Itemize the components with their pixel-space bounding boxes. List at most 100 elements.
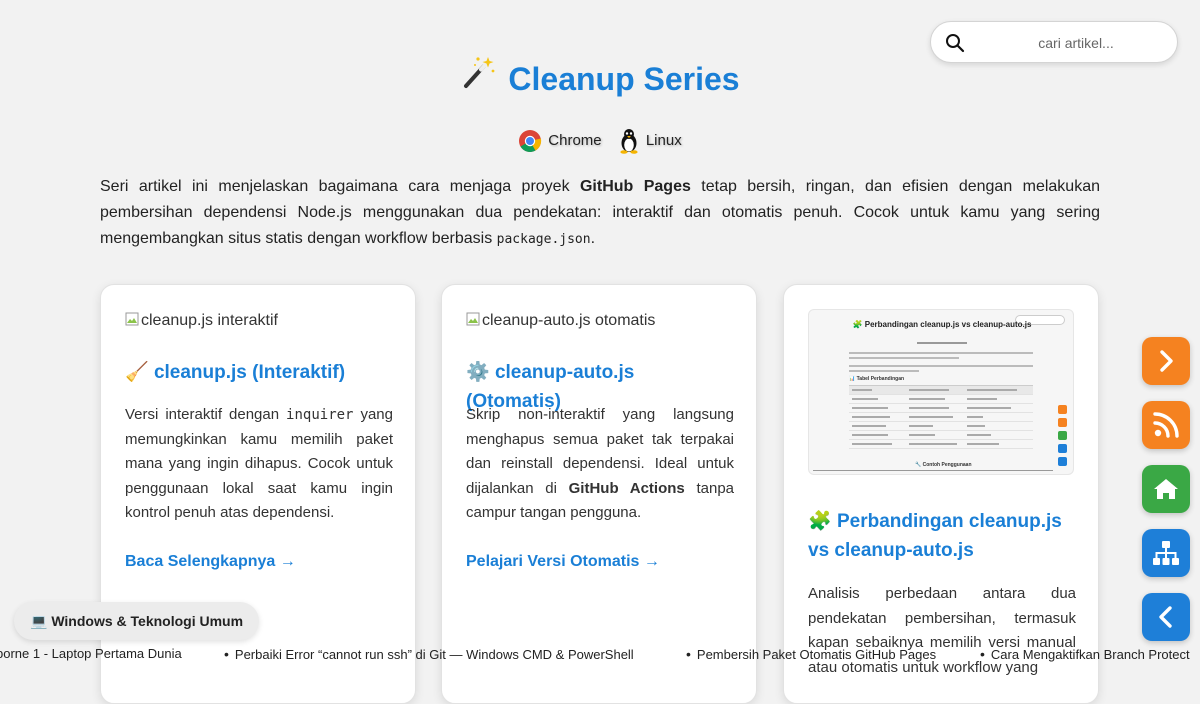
linux-tux-icon (620, 129, 638, 154)
card-image-broken: cleanup.js interaktif (125, 312, 278, 330)
thumb-cell (909, 443, 957, 445)
page-title: Cleanup Series (0, 54, 1200, 98)
thumb-table-row (849, 431, 1033, 440)
thumb-cell (852, 407, 888, 409)
platform-linux: Linux (618, 128, 682, 154)
thumb-cell (967, 398, 997, 400)
search-icon (946, 34, 965, 53)
card-thumbnail-screenshot[interactable]: 🧩 Perbandingan cleanup.js vs cleanup-aut… (808, 309, 1074, 475)
thumb-text-line (849, 357, 959, 359)
thumb-fab (1058, 418, 1067, 427)
thumb-table (849, 385, 1033, 449)
card-title[interactable]: 🧩 Perbandingan cleanup.js vs cleanup-aut… (808, 507, 1076, 565)
thumb-table-row (849, 413, 1033, 422)
card-title[interactable]: 🧹 cleanup.js (Interaktif) (125, 358, 393, 387)
thumb-cell (909, 416, 953, 418)
thumb-cell (909, 425, 933, 427)
rss-icon (1153, 412, 1179, 438)
card-description: Versi interaktif dengan inquirer yang me… (125, 403, 393, 526)
card-desc-text-b: yang memungkinkan kamu memilih paket man… (125, 406, 393, 521)
card-image-broken: cleanup-auto.js otomatis (466, 312, 655, 330)
card-image-alt: cleanup-auto.js otomatis (482, 312, 656, 329)
intro-text-1: Seri artikel ini menjelaskan bagaimana c… (100, 178, 580, 195)
home-button[interactable] (1142, 465, 1190, 513)
platform-chrome: Chrome (518, 129, 602, 153)
thumb-ticker-line (813, 470, 1053, 471)
thumb-platform-line (917, 342, 967, 344)
bullet-icon: • (686, 646, 691, 662)
chevron-right-icon (1160, 350, 1173, 372)
thumb-table-row (849, 395, 1033, 404)
thumb-usage-title: 🔧 Contoh Penggunaan (915, 462, 972, 468)
intro-code-package-json: package.json (496, 232, 591, 247)
thumb-cell (852, 398, 878, 400)
gear-icon: ⚙️ (466, 362, 490, 383)
thumb-fab (1058, 457, 1067, 466)
laptop-icon: 💻 (30, 613, 48, 629)
broken-image-icon (466, 312, 480, 326)
article-card-cleanup-interaktif: cleanup.js interaktif 🧹 cleanup.js (Inte… (100, 284, 416, 704)
category-label[interactable]: Windows & Teknologi Umum (51, 613, 243, 629)
thumb-table-row (849, 440, 1033, 449)
sitemap-icon (1153, 541, 1179, 565)
thumb-table-title: 📊 Tabel Perbandingan (849, 376, 905, 382)
card-image-alt: cleanup.js interaktif (141, 312, 278, 329)
thumb-cell (852, 434, 888, 436)
thumb-cell (852, 425, 886, 427)
sitemap-button[interactable] (1142, 529, 1190, 577)
thumb-cell (967, 434, 991, 436)
ticker-item[interactable]: • Cara Mengaktifkan Branch Protect (980, 646, 1190, 662)
card-desc-code: inquirer (286, 407, 354, 423)
thumb-table-row (849, 404, 1033, 413)
thumb-text-line (849, 365, 1033, 367)
card-title-text[interactable]: Perbandingan cleanup.js vs cleanup-auto.… (808, 511, 1062, 561)
thumb-cell (967, 443, 999, 445)
thumb-cell (967, 389, 1017, 391)
platform-chrome-label: Chrome (548, 131, 602, 149)
intro-paragraph: Seri artikel ini menjelaskan bagaimana c… (100, 174, 1100, 253)
learn-auto-link[interactable]: Pelajari Versi Otomatis → (466, 553, 660, 571)
thumb-text-line (849, 352, 1033, 354)
chevron-left-icon (1159, 606, 1172, 628)
thumb-cell (852, 416, 890, 418)
category-badge[interactable]: 💻 Windows & Teknologi Umum (14, 602, 260, 640)
thumb-cell (909, 398, 945, 400)
rss-feed-button[interactable] (1142, 401, 1190, 449)
article-card-perbandingan: 🧩 Perbandingan cleanup.js vs cleanup-aut… (783, 284, 1099, 704)
page-title-text: Cleanup Series (508, 61, 740, 97)
ticker-item-label[interactable]: borne 1 - Laptop Pertama Dunia (0, 646, 182, 661)
thumb-fab (1058, 444, 1067, 453)
next-article-button[interactable] (1142, 337, 1190, 385)
card-description: Analisis perbedaan antara dua pendekatan… (808, 585, 1076, 676)
thumb-title: 🧩 Perbandingan cleanup.js vs cleanup-aut… (852, 320, 1032, 329)
thumb-cell (909, 434, 935, 436)
thumb-table-row (849, 386, 1033, 395)
ticker-item[interactable]: • Pembersih Paket Otomatis GitHub Pages (686, 646, 936, 662)
ticker-item[interactable]: borne 1 - Laptop Pertama Dunia (0, 646, 182, 661)
read-more-link[interactable]: Baca Selengkapnya → (125, 553, 296, 571)
thumb-cell (967, 416, 983, 418)
intro-text-3: . (590, 230, 596, 247)
magic-wand-icon (460, 54, 496, 98)
previous-article-button[interactable] (1142, 593, 1190, 641)
home-icon (1154, 479, 1178, 499)
thumb-cell (852, 389, 872, 391)
platform-linux-label: Linux (645, 131, 682, 149)
puzzle-icon: 🧩 (808, 511, 832, 532)
broken-image-icon (125, 312, 139, 326)
thumb-text-line (849, 370, 919, 372)
thumb-fab (1058, 431, 1067, 440)
ticker-item-label[interactable]: Perbaiki Error “cannot run ssh” di Git —… (235, 647, 634, 662)
intro-bold-github-pages: GitHub Pages (579, 178, 691, 195)
article-card-cleanup-auto: cleanup-auto.js otomatis ⚙️ cleanup-auto… (441, 284, 757, 704)
thumb-table-row (849, 422, 1033, 431)
ticker-item[interactable]: • Perbaiki Error “cannot run ssh” di Git … (224, 646, 634, 662)
chrome-icon (519, 130, 542, 152)
card-title-text[interactable]: cleanup.js (Interaktif) (154, 362, 345, 383)
search-input[interactable] (981, 30, 1171, 56)
ticker-item-label[interactable]: Pembersih Paket Otomatis GitHub Pages (697, 647, 936, 662)
ticker-item-label[interactable]: Cara Mengaktifkan Branch Protect (991, 647, 1190, 662)
card-description: Skrip non-interaktif yang langsung mengh… (466, 403, 734, 526)
thumb-cell (909, 389, 949, 391)
thumb-cell (967, 407, 1011, 409)
